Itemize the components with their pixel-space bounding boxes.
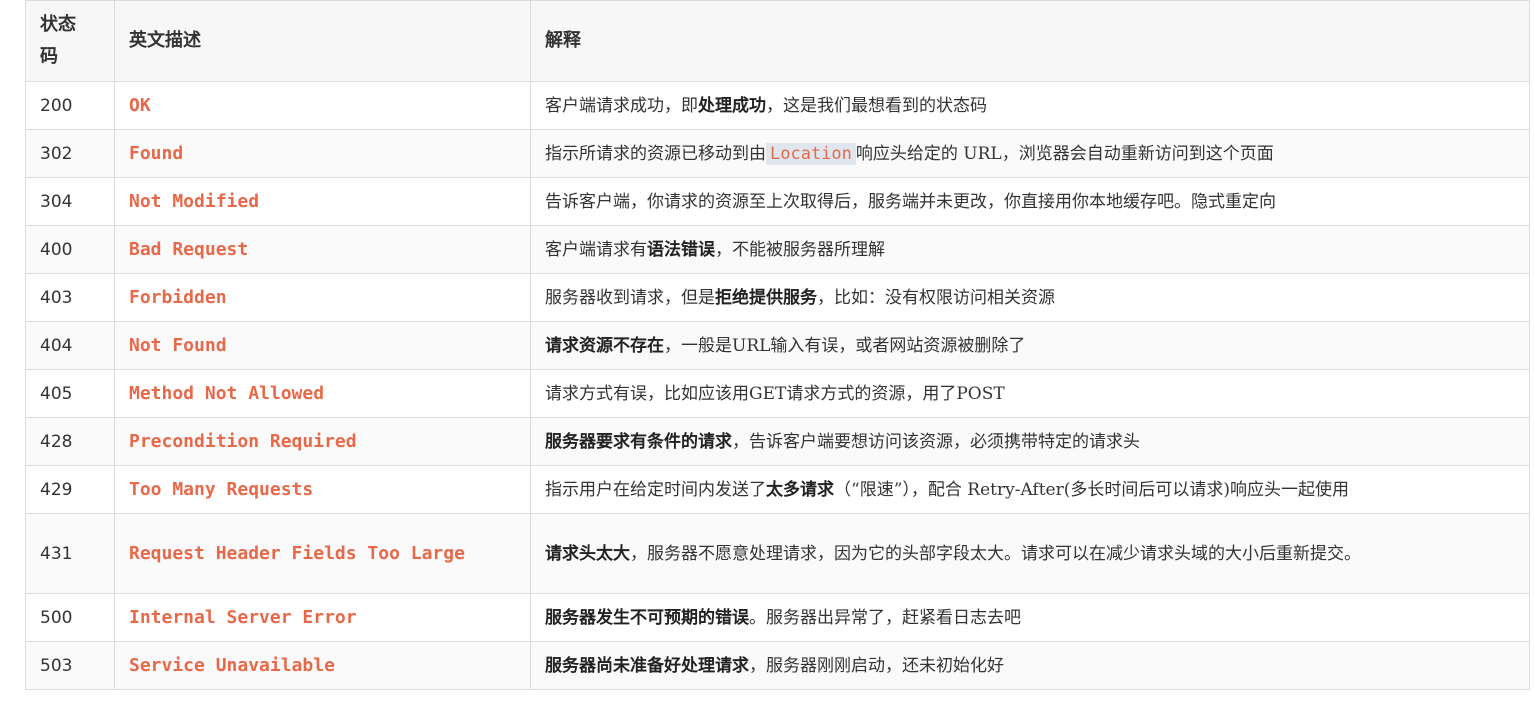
inline-code-location: Location (766, 142, 856, 165)
english-description-cell: Internal Server Error (114, 593, 531, 642)
plain-text: （“限速”），配合 Retry-After(多长时间后可以请求)响应头一起使用 (834, 479, 1350, 500)
english-description-cell: Found (114, 129, 531, 178)
table-row: 405 Method Not Allowed 请求方式有误，比如应该用GET请求方式… (25, 369, 1530, 418)
english-description-cell: Forbidden (114, 273, 531, 322)
english-description-cell: Not Found (114, 321, 531, 370)
explanation-cell: 客户端请求成功，即处理成功，这是我们最想看到的状态码 (530, 81, 1530, 130)
table-row: 302 Found 指示所请求的资源已移动到由 Location 响应头给定的 URL，… (25, 129, 1530, 178)
table-body: 200 OK 客户端请求成功，即处理成功，这是我们最想看到的状态码 302 Found 指… (25, 81, 1530, 690)
plain-text: ，服务器刚刚启动，还未初始化好 (749, 655, 1004, 676)
plain-text: ，告诉客户端要想访问该资源，必须携带特定的请求头 (732, 431, 1140, 452)
status-code-cell: 403 (25, 273, 115, 322)
explanation-cell: 请求头太大，服务器不愿意处理请求，因为它的头部字段太大。请求可以在减少请求头域的… (530, 513, 1530, 594)
english-description-cell: Not Modified (114, 177, 531, 226)
status-code-cell: 404 (25, 321, 115, 370)
plain-text: 。服务器出异常了，赶紧看日志去吧 (749, 607, 1021, 628)
table-row: 403 Forbidden 服务器收到请求，但是拒绝提供服务，比如：没有权限访问相关… (25, 273, 1530, 322)
bold-text: 请求资源不存在 (545, 335, 664, 356)
plain-text: ，服务器不愿意处理请求，因为它的头部字段太大。请求可以在减少请求头域的大小后重新… (630, 543, 1361, 564)
table-row: 404 Not Found 请求资源不存在，一般是URL输入有误，或者网站资源被删除… (25, 321, 1530, 370)
plain-text: 响应头给定的 URL，浏览器会自动重新访问到这个页面 (855, 143, 1274, 164)
table-row: 428 Precondition Required 服务器要求有条件的请求，告诉客户… (25, 417, 1530, 466)
bold-text: 处理成功 (698, 95, 766, 116)
plain-text: 告诉客户端，你请求的资源至上次取得后，服务端并未更改，你直接用你本地缓存吧。隐式… (545, 191, 1276, 212)
status-code-cell: 304 (25, 177, 115, 226)
explanation-cell: 告诉客户端，你请求的资源至上次取得后，服务端并未更改，你直接用你本地缓存吧。隐式… (530, 177, 1530, 226)
english-description-cell: Method Not Allowed (114, 369, 531, 418)
english-description-cell: Precondition Required (114, 417, 531, 466)
status-code-cell: 405 (25, 369, 115, 418)
table-header: 状态码 英文描述 解释 (25, 0, 1530, 82)
bold-text: 服务器尚未准备好处理请求 (545, 655, 749, 676)
plain-text: ，一般是URL输入有误，或者网站资源被删除了 (664, 335, 1026, 356)
status-code-cell: 429 (25, 465, 115, 514)
table-row: 400 Bad Request 客户端请求有语法错误，不能被服务器所理解 (25, 225, 1530, 274)
explanation-cell: 服务器收到请求，但是拒绝提供服务，比如：没有权限访问相关资源 (530, 273, 1530, 322)
english-description-cell: OK (114, 81, 531, 130)
table-row: 429 Too Many Requests 指示用户在给定时间内发送了太多请求（“限… (25, 465, 1530, 514)
plain-text: 请求方式有误，比如应该用GET请求方式的资源，用了POST (545, 383, 1005, 404)
explanation-cell: 服务器要求有条件的请求，告诉客户端要想访问该资源，必须携带特定的请求头 (530, 417, 1530, 466)
status-code-cell: 503 (25, 641, 115, 690)
plain-text: ，这是我们最想看到的状态码 (766, 95, 987, 116)
status-code-cell: 431 (25, 513, 115, 594)
english-description-cell: Too Many Requests (114, 465, 531, 514)
explanation-cell: 客户端请求有语法错误，不能被服务器所理解 (530, 225, 1530, 274)
explanation-cell: 请求方式有误，比如应该用GET请求方式的资源，用了POST (530, 369, 1530, 418)
bold-text: 语法错误 (647, 239, 715, 260)
table-row: 200 OK 客户端请求成功，即处理成功，这是我们最想看到的状态码 (25, 81, 1530, 130)
status-code-cell: 400 (25, 225, 115, 274)
explanation-cell: 指示所请求的资源已移动到由 Location 响应头给定的 URL，浏览器会自动重新… (530, 129, 1530, 178)
plain-text: 服务器收到请求，但是 (545, 287, 715, 308)
explanation-cell: 服务器尚未准备好处理请求，服务器刚刚启动，还未初始化好 (530, 641, 1530, 690)
status-code-cell: 428 (25, 417, 115, 466)
plain-text: ，比如：没有权限访问相关资源 (817, 287, 1055, 308)
table-row: 503 Service Unavailable 服务器尚未准备好处理请求，服务器刚刚… (25, 641, 1530, 690)
header-row: 状态码 英文描述 解释 (25, 0, 1530, 82)
status-code-table-wrapper: 状态码 英文描述 解释 200 OK 客户端请求成功，即处理成功，这是我们最想看到的… (25, 0, 1530, 690)
table-row: 304 Not Modified 告诉客户端，你请求的资源至上次取得后，服务端并未更… (25, 177, 1530, 226)
bold-text: 服务器要求有条件的请求 (545, 431, 732, 452)
table-row: 431 Request Header Fields Too Large 请求头太大，… (25, 513, 1530, 594)
explanation-cell: 服务器发生不可预期的错误。服务器出异常了，赶紧看日志去吧 (530, 593, 1530, 642)
english-description-cell: Request Header Fields Too Large (114, 513, 531, 594)
plain-text: ，不能被服务器所理解 (715, 239, 885, 260)
plain-text: 指示所请求的资源已移动到由 (545, 143, 766, 164)
header-explanation: 解释 (530, 0, 1530, 82)
status-code-cell: 500 (25, 593, 115, 642)
table-row: 500 Internal Server Error 服务器发生不可预期的错误。服务器… (25, 593, 1530, 642)
bold-text: 服务器发生不可预期的错误 (545, 607, 749, 628)
http-status-code-table: 状态码 英文描述 解释 200 OK 客户端请求成功，即处理成功，这是我们最想看到的… (25, 0, 1530, 690)
english-description-cell: Service Unavailable (114, 641, 531, 690)
header-english-description: 英文描述 (114, 0, 531, 82)
explanation-cell: 指示用户在给定时间内发送了太多请求（“限速”），配合 Retry-After(多… (530, 465, 1530, 514)
status-code-cell: 200 (25, 81, 115, 130)
status-code-cell: 302 (25, 129, 115, 178)
plain-text: 指示用户在给定时间内发送了 (545, 479, 766, 500)
explanation-cell: 请求资源不存在，一般是URL输入有误，或者网站资源被删除了 (530, 321, 1530, 370)
bold-text: 拒绝提供服务 (715, 287, 817, 308)
bold-text: 请求头太大 (545, 543, 630, 564)
header-status-code: 状态码 (25, 0, 115, 82)
plain-text: 客户端请求成功，即 (545, 95, 698, 116)
plain-text: 客户端请求有 (545, 239, 647, 260)
english-description-cell: Bad Request (114, 225, 531, 274)
bold-text: 太多请求 (766, 479, 834, 500)
